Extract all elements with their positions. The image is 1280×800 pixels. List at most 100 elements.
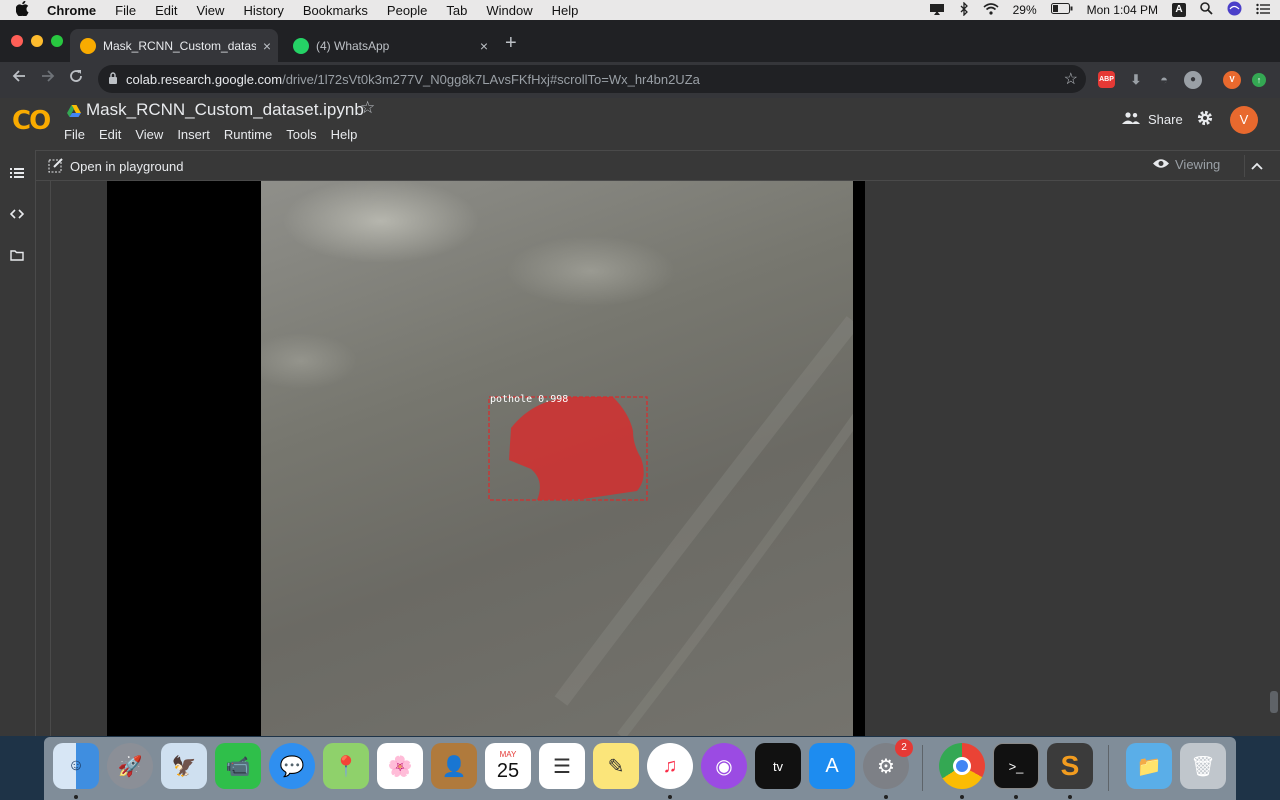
colab-page: CO Mask_RCNN_Custom_dataset.ipynb ☆ File… <box>0 98 1280 736</box>
vertical-scrollbar[interactable] <box>1270 691 1278 713</box>
table-of-contents-icon[interactable] <box>10 166 24 182</box>
pothole-mask <box>509 396 644 500</box>
notebook-menu: File Edit View Insert Runtime Tools Help <box>64 127 371 142</box>
battery-icon[interactable] <box>1050 3 1073 17</box>
menubar-bookmarks[interactable]: Bookmarks <box>303 3 368 18</box>
close-icon[interactable]: × <box>256 38 278 54</box>
menubar-window[interactable]: Window <box>486 3 532 18</box>
spotlight-search-icon[interactable] <box>1200 2 1213 18</box>
minimize-window-button[interactable] <box>31 35 43 47</box>
menubar-tab[interactable]: Tab <box>446 3 467 18</box>
music-icon[interactable]: ♫ <box>647 743 693 789</box>
zoom-window-button[interactable] <box>51 35 63 47</box>
bookmark-star-icon[interactable]: ☆ <box>1064 69 1078 89</box>
viewing-mode-indicator[interactable]: Viewing <box>1153 157 1220 172</box>
share-button[interactable]: Share <box>1122 112 1183 127</box>
update-arrow-icon[interactable]: ↑ <box>1252 73 1266 87</box>
reload-icon[interactable] <box>68 68 84 89</box>
macos-menubar: Chrome File Edit View History Bookmarks … <box>0 0 1280 20</box>
notes-icon[interactable]: ✎ <box>593 743 639 789</box>
code-snippets-icon[interactable] <box>9 207 25 223</box>
wifi-icon[interactable] <box>983 2 999 18</box>
notebook-toolbar: Open in playground Viewing <box>36 150 1280 181</box>
road-photo: pothole 0.998 <box>261 181 853 736</box>
back-arrow-icon[interactable] <box>11 68 27 89</box>
menu-file[interactable]: File <box>64 127 85 142</box>
menubar-clock[interactable]: Mon 1:04 PM <box>1087 3 1158 17</box>
menubar-help[interactable]: Help <box>552 3 579 18</box>
close-icon[interactable]: × <box>473 38 495 54</box>
new-tab-button[interactable]: + <box>505 32 517 55</box>
viewing-label: Viewing <box>1175 157 1221 172</box>
facetime-icon[interactable]: 📹 <box>215 743 261 789</box>
running-indicator <box>1014 795 1018 799</box>
gear-icon[interactable] <box>1196 109 1214 132</box>
avatar[interactable]: V <box>1230 106 1258 134</box>
system-preferences-icon[interactable]: ⚙ 2 <box>863 739 913 789</box>
tab-title: Mask_RCNN_Custom_dataset.i <box>103 38 256 53</box>
contacts-icon[interactable]: 👤 <box>431 743 477 789</box>
close-window-button[interactable] <box>11 35 23 47</box>
menu-help[interactable]: Help <box>331 127 358 142</box>
screen-mirror-icon[interactable] <box>929 3 945 18</box>
siri-icon[interactable] <box>1227 1 1242 19</box>
messages-icon[interactable]: 💬 <box>269 743 315 789</box>
colab-header: CO Mask_RCNN_Custom_dataset.ipynb ☆ File… <box>0 98 1280 150</box>
menu-insert[interactable]: Insert <box>177 127 210 142</box>
mail-stamp-icon[interactable]: 🦅 <box>161 743 207 789</box>
bluetooth-icon[interactable] <box>959 0 969 19</box>
input-source-icon[interactable]: A <box>1172 3 1186 17</box>
podcasts-icon[interactable]: ◉ <box>701 743 747 789</box>
menu-edit[interactable]: Edit <box>99 127 121 142</box>
menubar-people[interactable]: People <box>387 3 427 18</box>
menu-runtime[interactable]: Runtime <box>224 127 272 142</box>
tab-colab-notebook[interactable]: Mask_RCNN_Custom_dataset.i × <box>70 29 278 62</box>
folder-icon[interactable] <box>10 248 24 264</box>
running-indicator <box>960 795 964 799</box>
collapse-header-icon[interactable] <box>1244 155 1263 177</box>
tab-title: (4) WhatsApp <box>316 38 390 53</box>
terminal-icon[interactable]: >_ <box>993 743 1039 789</box>
running-indicator <box>74 795 78 799</box>
menubar-file[interactable]: File <box>115 3 136 18</box>
whatsapp-icon <box>293 37 309 54</box>
lock-icon[interactable] <box>108 71 122 87</box>
spy-extension-icon[interactable]: ◓ <box>1155 71 1173 89</box>
menubar-edit[interactable]: Edit <box>155 3 177 18</box>
apple-tv-icon[interactable]: tv <box>755 743 801 789</box>
battery-percent[interactable]: 29% <box>1013 3 1037 17</box>
maps-icon[interactable]: 📍 <box>323 743 369 789</box>
sublime-text-icon[interactable]: S <box>1047 743 1093 789</box>
menu-view[interactable]: View <box>135 127 163 142</box>
adblock-extension-icon[interactable]: ABP <box>1098 71 1115 88</box>
forward-arrow-icon[interactable] <box>40 68 56 89</box>
photos-icon[interactable]: 🌸 <box>377 743 423 789</box>
notification-center-icon[interactable] <box>1256 3 1270 18</box>
reminders-icon[interactable]: ☰ <box>539 743 585 789</box>
menu-tools[interactable]: Tools <box>286 127 316 142</box>
star-notebook-icon[interactable]: ☆ <box>360 98 375 118</box>
chrome-icon[interactable] <box>939 743 985 789</box>
app-store-icon[interactable]: A <box>809 743 855 789</box>
colab-logo[interactable]: CO <box>12 106 51 136</box>
open-in-playground-button[interactable]: Open in playground <box>48 157 183 176</box>
tab-whatsapp[interactable]: (4) WhatsApp × <box>283 29 495 62</box>
menubar-history[interactable]: History <box>243 3 283 18</box>
download-extension-icon[interactable]: ⬇ <box>1127 71 1145 89</box>
address-bar[interactable]: colab.research.google.com/drive/1l72sVt0… <box>98 65 1086 93</box>
menubar-app-name[interactable]: Chrome <box>47 3 96 18</box>
record-extension-icon[interactable]: ● <box>1184 71 1202 89</box>
calendar-month: MAY <box>499 750 517 759</box>
apple-icon[interactable] <box>15 0 38 19</box>
notebook-title[interactable]: Mask_RCNN_Custom_dataset.ipynb <box>86 100 364 120</box>
finder-icon[interactable]: ☺ <box>53 743 99 789</box>
launchpad-icon[interactable]: 🚀 <box>107 743 153 789</box>
profile-avatar-small[interactable]: V <box>1223 71 1241 89</box>
url-host: colab.research.google.com <box>126 71 283 87</box>
trash-icon[interactable]: 🗑 <box>1180 743 1226 789</box>
playground-icon <box>48 157 64 176</box>
calendar-icon[interactable]: MAY 25 <box>485 743 531 789</box>
menubar-view[interactable]: View <box>196 3 224 18</box>
downloads-folder-icon[interactable]: 📁 <box>1126 743 1172 789</box>
google-drive-icon[interactable] <box>67 104 81 117</box>
